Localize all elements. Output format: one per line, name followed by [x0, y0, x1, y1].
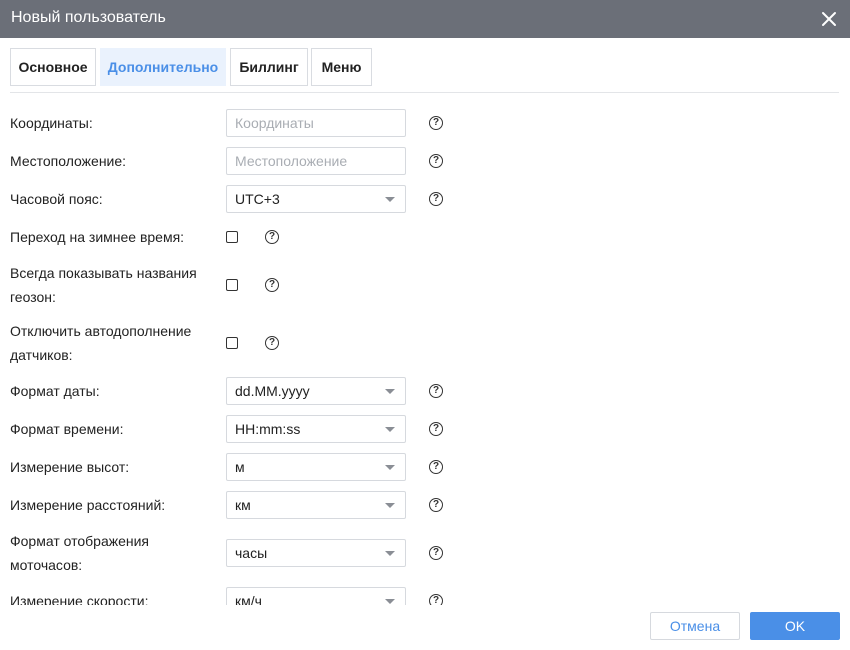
coordinates-input[interactable] [226, 109, 406, 137]
tab-billing[interactable]: Биллинг [230, 48, 308, 86]
altitude-unit-value: м [235, 459, 245, 475]
dst-help-icon[interactable]: ? [265, 230, 279, 244]
close-icon[interactable] [818, 8, 840, 30]
location-label: Местоположение: [10, 153, 127, 169]
altitude-unit-select[interactable]: м [226, 453, 406, 481]
settings-form[interactable]: Координаты: ? Местоположение: ? Часовой … [0, 93, 850, 605]
geozone-names-label-line1: Всегда показывать названия [10, 265, 197, 281]
distance-unit-help-icon[interactable]: ? [429, 498, 443, 512]
altitude-unit-label: Измерение высот: [10, 459, 130, 475]
time-format-help-icon[interactable]: ? [429, 422, 443, 436]
timezone-help-icon[interactable]: ? [429, 192, 443, 206]
location-help-icon[interactable]: ? [429, 154, 443, 168]
dst-label: Переход на зимнее время: [10, 229, 185, 245]
dst-checkbox[interactable] [226, 231, 238, 243]
chevron-down-icon [385, 465, 395, 470]
sensor-autocomplete-checkbox[interactable] [226, 337, 238, 349]
coordinates-label: Координаты: [10, 115, 93, 131]
chevron-down-icon [385, 599, 395, 604]
tab-menu[interactable]: Меню [311, 48, 372, 86]
chevron-down-icon [385, 389, 395, 394]
engine-hours-format-select[interactable]: часы [226, 539, 406, 567]
cancel-button[interactable]: Отмена [650, 612, 740, 640]
sensor-autocomplete-help-icon[interactable]: ? [265, 336, 279, 350]
speed-unit-label: Измерение скорости: [10, 593, 149, 605]
geozone-names-label-line2: геозон: [10, 289, 56, 305]
tab-main[interactable]: Основное [10, 48, 96, 86]
speed-unit-select[interactable]: км/ч [226, 587, 406, 605]
distance-unit-label: Измерение расстояний: [10, 497, 166, 513]
dialog-title: Новый пользователь [11, 9, 166, 26]
distance-unit-value: км [235, 497, 251, 513]
time-format-select[interactable]: HH:mm:ss [226, 415, 406, 443]
engine-hours-format-value: часы [235, 545, 268, 561]
sensor-autocomplete-label-line2: датчиков: [10, 347, 73, 363]
timezone-select[interactable]: UTC+3 [226, 185, 406, 213]
timezone-label: Часовой пояс: [10, 191, 103, 207]
speed-unit-help-icon[interactable]: ? [429, 594, 443, 605]
date-format-select[interactable]: dd.MM.yyyy [226, 377, 406, 405]
chevron-down-icon [385, 427, 395, 432]
altitude-unit-help-icon[interactable]: ? [429, 460, 443, 474]
timezone-value: UTC+3 [235, 191, 280, 207]
coordinates-help-icon[interactable]: ? [429, 116, 443, 130]
new-user-dialog: Новый пользователь Основное Дополнительн… [0, 0, 850, 650]
engine-hours-format-label-line1: Формат отображения [10, 533, 150, 549]
sensor-autocomplete-label-line1: Отключить автодополнение [10, 323, 192, 339]
location-input[interactable] [226, 147, 406, 175]
distance-unit-select[interactable]: км [226, 491, 406, 519]
chevron-down-icon [385, 197, 395, 202]
ok-button[interactable]: OK [750, 612, 840, 640]
date-format-help-icon[interactable]: ? [429, 384, 443, 398]
engine-hours-format-help-icon[interactable]: ? [429, 546, 443, 560]
chevron-down-icon [385, 503, 395, 508]
date-format-label: Формат даты: [10, 383, 100, 399]
time-format-label: Формат времени: [10, 421, 124, 437]
geozone-names-checkbox[interactable] [226, 279, 238, 291]
chevron-down-icon [385, 551, 395, 556]
engine-hours-format-label-line2: моточасов: [10, 557, 83, 573]
geozone-names-help-icon[interactable]: ? [265, 278, 279, 292]
date-format-value: dd.MM.yyyy [235, 383, 310, 399]
time-format-value: HH:mm:ss [235, 421, 301, 437]
dialog-titlebar: Новый пользователь [0, 0, 850, 38]
speed-unit-value: км/ч [235, 593, 262, 605]
tab-additional[interactable]: Дополнительно [100, 48, 226, 86]
